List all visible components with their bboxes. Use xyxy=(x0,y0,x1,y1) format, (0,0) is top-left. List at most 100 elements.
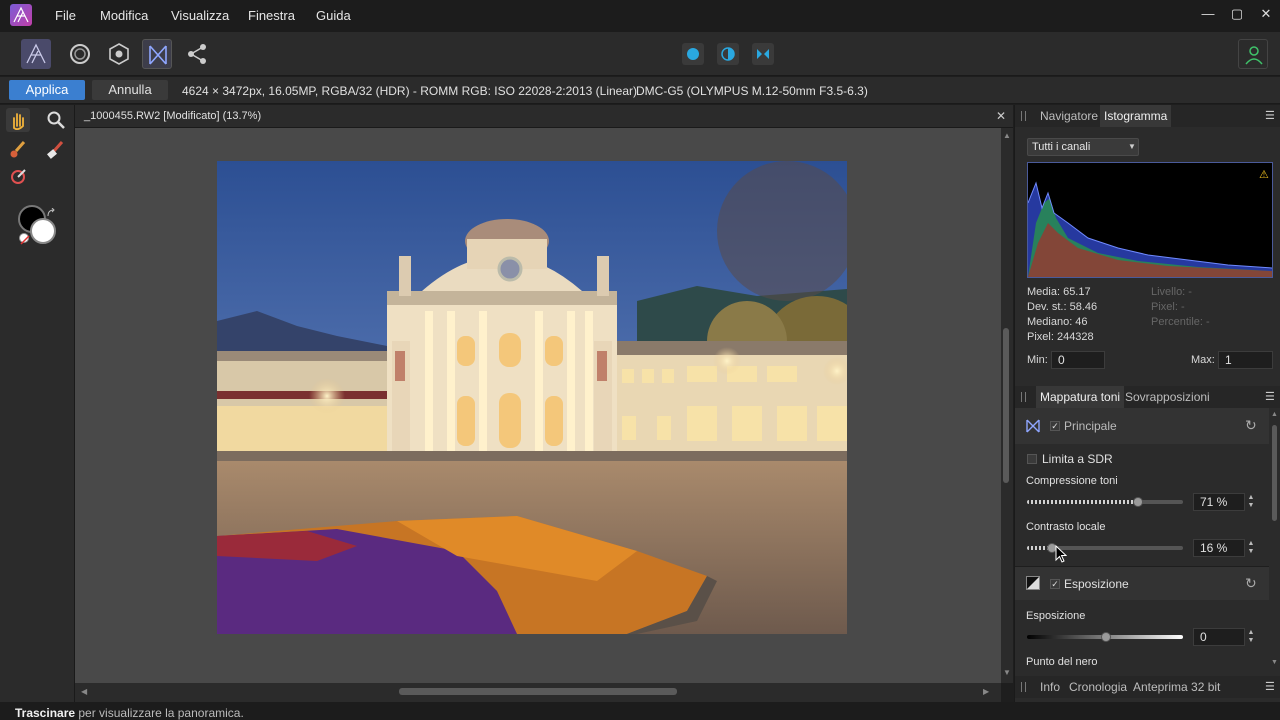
tab-info[interactable]: Info xyxy=(1036,676,1064,698)
develop-persona-icon[interactable] xyxy=(104,39,134,69)
reset-icon[interactable]: ↻ xyxy=(1245,575,1257,592)
secondary-color-swatch[interactable] xyxy=(30,218,56,244)
document-tab[interactable]: _1000455.RW2 [Modificato] (13.7%) ✕ xyxy=(75,105,1013,128)
scroll-down-icon[interactable]: ▼ xyxy=(1271,659,1278,666)
close-document-button[interactable]: ✕ xyxy=(996,109,1006,123)
right-panel: Navigatore Istogramma ☰ Tutti i canali ▼… xyxy=(1014,105,1280,702)
tab-sovrapposizioni[interactable]: Sovrapposizioni xyxy=(1121,386,1214,408)
photo-persona-icon[interactable] xyxy=(21,39,51,69)
horizontal-scroll-thumb[interactable] xyxy=(399,688,677,695)
compression-slider-knob[interactable] xyxy=(1132,497,1143,507)
user-account-icon[interactable] xyxy=(1238,39,1268,69)
canvas-area[interactable] xyxy=(75,128,1001,683)
panel-grip-icon[interactable] xyxy=(1021,111,1026,121)
menu-guida[interactable]: Guida xyxy=(316,8,351,23)
stat-stddev: Dev. st.: 58.46 xyxy=(1027,301,1098,313)
local-contrast-slider-fill xyxy=(1051,546,1183,550)
share-icon[interactable] xyxy=(182,39,212,69)
tone-map-icon xyxy=(1026,419,1040,433)
menu-file[interactable]: File xyxy=(55,8,76,23)
apply-button[interactable]: Applica xyxy=(9,80,85,100)
paint-brush-tool-icon[interactable] xyxy=(6,137,30,161)
no-color-icon[interactable] xyxy=(19,233,30,245)
panel-scroll-thumb[interactable] xyxy=(1272,425,1277,521)
exposure-label: Esposizione xyxy=(1026,610,1086,622)
main-toolbar xyxy=(0,32,1280,76)
view-mode-split-icon[interactable] xyxy=(717,43,739,65)
tab-istogramma[interactable]: Istogramma xyxy=(1100,105,1172,127)
limit-sdr-checkbox[interactable] xyxy=(1027,454,1037,464)
photo-image xyxy=(217,161,847,634)
local-contrast-value-input[interactable]: 16 % xyxy=(1193,539,1245,557)
stat-percentile: Percentile: - xyxy=(1151,316,1210,328)
clipping-warning-icon: ⚠ xyxy=(1259,169,1269,181)
principale-section-header: ✓ Principale ↻ xyxy=(1015,408,1269,444)
compression-slider-fill xyxy=(1137,500,1183,504)
color-picker-tool-icon[interactable] xyxy=(6,165,30,189)
erase-brush-tool-icon[interactable] xyxy=(44,137,68,161)
view-mode-mirror-icon[interactable] xyxy=(752,43,774,65)
channel-select-value: Tutti i canali xyxy=(1032,141,1091,153)
liquify-persona-icon[interactable] xyxy=(65,39,95,69)
panel-grip-icon[interactable] xyxy=(1021,682,1026,692)
cancel-button[interactable]: Annulla xyxy=(92,80,168,100)
scroll-left-icon[interactable]: ◀ xyxy=(81,687,87,696)
tab-navigatore[interactable]: Navigatore xyxy=(1036,105,1102,127)
principale-checkbox[interactable]: ✓ xyxy=(1050,421,1060,431)
tab-cronologia[interactable]: Cronologia xyxy=(1065,676,1131,698)
exposure-section-label: Esposizione xyxy=(1064,577,1129,591)
histogram-graph: ⚠ xyxy=(1027,162,1273,278)
tonemap-panel-tabs: Mappatura toni Sovrapposizioni ☰ xyxy=(1015,386,1280,408)
max-input[interactable]: 1 xyxy=(1218,351,1273,369)
exposure-value-input[interactable]: 0 xyxy=(1193,628,1245,646)
swap-colors-icon[interactable] xyxy=(46,207,56,217)
reset-icon[interactable]: ↻ xyxy=(1245,417,1257,434)
exposure-checkbox[interactable]: ✓ xyxy=(1050,579,1060,589)
bottom-panel-tabs: Info Cronologia Anteprima 32 bit ☰ xyxy=(1015,676,1280,698)
image-info-text: 4624 × 3472px, 16.05MP, RGBA/32 (HDR) - … xyxy=(182,84,637,98)
view-mode-single-icon[interactable] xyxy=(682,43,704,65)
local-contrast-label: Contrasto locale xyxy=(1026,521,1106,533)
tab-mappatura-toni[interactable]: Mappatura toni xyxy=(1036,386,1125,408)
compression-stepper[interactable]: ▲ ▼ xyxy=(1247,494,1255,510)
menu-finestra[interactable]: Finestra xyxy=(248,8,295,23)
compression-value-input[interactable]: 71 % xyxy=(1193,493,1245,511)
exposure-stepper[interactable]: ▲ ▼ xyxy=(1247,629,1255,645)
tone-mapping-persona-icon[interactable] xyxy=(142,39,172,69)
max-label: Max: xyxy=(1191,354,1215,366)
scroll-up-icon[interactable]: ▲ xyxy=(1271,411,1278,418)
chevron-down-icon: ▼ xyxy=(1128,142,1136,151)
status-bar: Trascinare per visualizzare la panoramic… xyxy=(0,702,1280,720)
min-input[interactable]: 0 xyxy=(1051,351,1105,369)
local-contrast-stepper[interactable]: ▲ ▼ xyxy=(1247,540,1255,556)
horizontal-scrollbar[interactable]: ◀ ▶ xyxy=(75,683,1001,702)
panel-menu-icon[interactable]: ☰ xyxy=(1265,109,1275,122)
scroll-right-icon[interactable]: ▶ xyxy=(983,687,989,696)
menu-visualizza[interactable]: Visualizza xyxy=(171,8,229,23)
panel-scrollbar[interactable]: ▲ ▼ xyxy=(1270,411,1280,671)
compression-label: Compressione toni xyxy=(1026,475,1118,487)
panel-grip-icon[interactable] xyxy=(1021,392,1026,402)
mouse-cursor-icon xyxy=(1055,544,1068,563)
channel-select[interactable]: Tutti i canali ▼ xyxy=(1027,138,1139,156)
scroll-up-icon[interactable]: ▲ xyxy=(1003,131,1011,140)
vertical-scroll-thumb[interactable] xyxy=(1003,328,1009,483)
menu-bar: File Modifica Visualizza Finestra Guida … xyxy=(0,0,1280,32)
panel-menu-icon[interactable]: ☰ xyxy=(1265,680,1275,693)
tab-anteprima-32-bit[interactable]: Anteprima 32 bit xyxy=(1129,676,1224,698)
vertical-scrollbar[interactable]: ▲ ▼ xyxy=(1001,128,1013,683)
zoom-tool-icon[interactable] xyxy=(44,108,68,132)
stat-pixels: Pixel: 244328 xyxy=(1027,331,1094,343)
scroll-down-icon[interactable]: ▼ xyxy=(1003,668,1011,677)
close-window-button[interactable]: ✕ xyxy=(1256,6,1276,24)
maximize-button[interactable]: ▢ xyxy=(1227,6,1247,24)
menu-modifica[interactable]: Modifica xyxy=(100,8,148,23)
minimize-button[interactable]: — xyxy=(1198,6,1218,24)
stat-pixel-hover: Pixel: - xyxy=(1151,301,1185,313)
hand-tool-icon[interactable] xyxy=(6,108,30,132)
panel-menu-icon[interactable]: ☰ xyxy=(1265,390,1275,403)
status-bold-text: Trascinare xyxy=(15,706,76,720)
exposure-icon xyxy=(1026,576,1040,590)
exposure-slider-knob[interactable] xyxy=(1101,632,1111,642)
affinity-photo-logo-icon xyxy=(10,4,32,26)
